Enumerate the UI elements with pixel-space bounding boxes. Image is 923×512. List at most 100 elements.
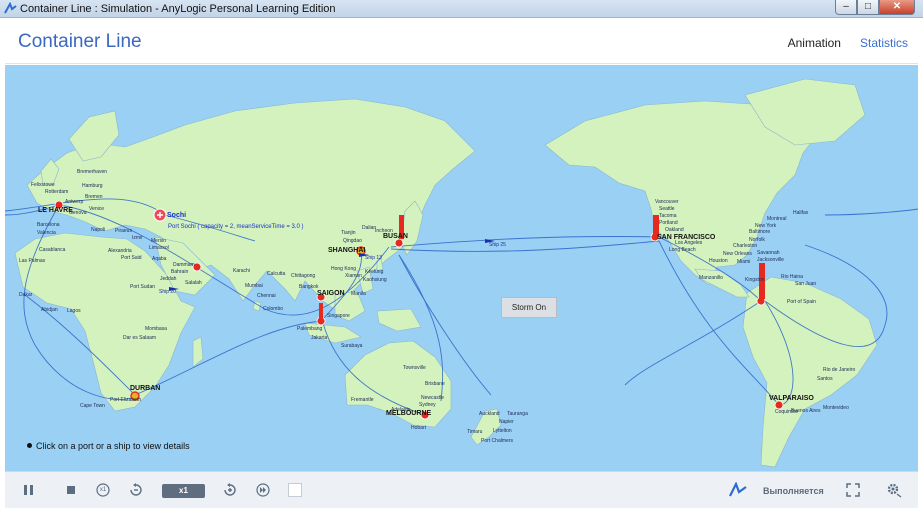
app-window: Container Line : Simulation - AnyLogic P… (0, 0, 923, 512)
city-label: Hong Kong (331, 266, 357, 272)
central-america-landmass (694, 268, 750, 298)
port-label-sochi[interactable]: Sochi (167, 212, 186, 219)
port-label-durban[interactable]: DURBAN (130, 385, 160, 392)
city-label: Long Beach (669, 247, 696, 253)
city-label: Baltimore (749, 229, 771, 235)
city-label: Xiamen (345, 273, 362, 279)
port-valparaiso-marker (774, 400, 784, 410)
city-label: Rio de Janeiro (823, 367, 856, 373)
city-label: Napoli (91, 227, 106, 233)
city-label: Manila (351, 291, 366, 297)
city-label: Newcastle (421, 395, 445, 401)
ship-label-25[interactable]: Ship 25 (489, 242, 506, 248)
anylogic-status-logo (727, 480, 749, 500)
city-label: Coquimbo (775, 409, 798, 415)
city-label: Santos (817, 376, 833, 382)
gear-icon (887, 483, 902, 498)
port-label-le-havre[interactable]: LE HAVRE (38, 207, 73, 214)
ship-label-20[interactable]: Ship 20 (159, 289, 176, 295)
stop-icon (67, 486, 75, 494)
speed-up-icon (224, 483, 236, 496)
city-label: Chennai (257, 293, 276, 299)
city-label: Barcelona (37, 222, 60, 228)
city-label: Cape Town (80, 403, 105, 409)
window-controls: – □ ✕ (835, 0, 915, 16)
city-label: Rio Haina (781, 274, 803, 280)
window-title: Container Line : Simulation - AnyLogic P… (20, 3, 336, 15)
pause-icon (24, 485, 33, 495)
port-label-shanghai[interactable]: SHANGHAI (328, 247, 365, 254)
fullscreen-button[interactable] (843, 480, 863, 500)
checkbox-icon (288, 483, 302, 497)
city-label: Bangkok (299, 284, 319, 290)
city-label: Limassol (149, 245, 169, 251)
anylogic-logo-icon (729, 482, 747, 497)
run-until-button[interactable] (253, 480, 273, 500)
stop-button[interactable] (61, 480, 81, 500)
animation-link[interactable]: Animation (788, 36, 841, 50)
world-map[interactable]: LE HAVRE SHANGHAI BUSAN SAIGON SAN FRANC… (5, 65, 918, 471)
city-label: Port Sudan (130, 284, 156, 290)
south-america-landmass (742, 276, 878, 468)
city-label: Bahrain (171, 269, 189, 275)
city-label: Salalah (185, 280, 202, 286)
city-label: Tauranga (507, 411, 528, 417)
city-label: Hobart (411, 425, 427, 431)
app-header: Container Line Animation Statistics (5, 19, 918, 64)
city-label: Portland (659, 220, 678, 226)
city-label: Charleston (733, 243, 758, 249)
fast-forward-icon (256, 483, 270, 497)
minimize-button[interactable]: – (835, 0, 857, 15)
city-label: Savannah (757, 250, 780, 256)
close-button[interactable]: ✕ (879, 0, 915, 15)
papua-landmass (376, 308, 422, 332)
blank-toggle-button[interactable] (286, 480, 304, 500)
pause-button[interactable] (19, 480, 39, 500)
city-label: Adelaide (391, 407, 411, 413)
storm-on-button[interactable]: Storm On (501, 297, 557, 318)
city-label: Casablanca (39, 247, 66, 253)
city-label: Venice (89, 206, 105, 212)
simulation-toolbar: x1 x1 Выполняется (5, 471, 918, 508)
city-label: Halifax (793, 210, 809, 216)
city-label: Singapore (327, 313, 350, 319)
city-label: Rotterdam (45, 189, 69, 195)
city-label: Bremerhaven (77, 169, 108, 175)
window-title-bar: Container Line : Simulation - AnyLogic P… (0, 0, 923, 18)
port-label-busan[interactable]: BUSAN (383, 233, 408, 240)
city-label: Dammam (173, 262, 195, 268)
port-label-saigon[interactable]: SAIGON (317, 290, 345, 297)
city-label: Abidjan (41, 307, 58, 313)
city-label: Los Angeles (675, 240, 703, 246)
ship-label-13[interactable]: Ship 13 (365, 255, 382, 261)
city-label: Vancouver (655, 199, 679, 205)
slow-down-button[interactable] (126, 480, 146, 500)
port-label-valparaiso[interactable]: VALPARAISO (769, 395, 814, 402)
x1-icon-text: x1 (99, 487, 107, 493)
city-label: New Orleans (723, 251, 752, 257)
city-label: Chittagong (291, 273, 316, 279)
city-label: Jacksonville (757, 257, 784, 263)
realtime-x1-button[interactable]: x1 (93, 480, 113, 500)
fullscreen-icon (846, 483, 860, 497)
city-label: San Juan (795, 281, 817, 287)
city-label: Piraeus (115, 228, 132, 234)
city-label: Jeddah (160, 276, 177, 282)
city-label: Valencia (37, 230, 56, 236)
maximize-button[interactable]: □ (857, 0, 879, 15)
city-label: Hamburg (82, 183, 103, 189)
run-status: Выполняется (763, 486, 824, 496)
city-label: Keelung (365, 269, 384, 275)
city-label: Alexandria (108, 248, 132, 254)
city-label: Tacoma (659, 213, 677, 219)
city-label: Kaohsiung (363, 277, 387, 283)
speed-up-button[interactable] (220, 480, 240, 500)
settings-button[interactable] (883, 480, 905, 500)
city-label: Mumbai (245, 283, 263, 289)
speed-indicator: x1 (162, 484, 205, 498)
city-label: Colombo (263, 306, 284, 312)
statistics-link[interactable]: Statistics (860, 36, 908, 50)
city-label: Calcutta (267, 271, 286, 277)
city-label: Auckland (479, 411, 500, 417)
city-label: Jakarta (311, 335, 328, 341)
